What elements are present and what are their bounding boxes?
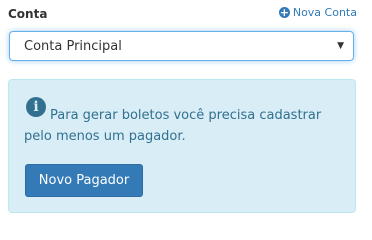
account-field-label: Conta [8,7,48,21]
new-account-link[interactable]: + Nova Conta [278,6,357,19]
account-select[interactable]: Conta Principal ▼ [9,31,354,61]
caret-down-icon: ▼ [337,41,344,51]
plus-circle-icon: + [278,6,290,19]
new-payer-button[interactable]: Novo Pagador [25,164,143,197]
info-alert-panel: i Para gerar boletos você precisa cadast… [8,79,356,213]
info-message: Para gerar boletos você precisa cadastra… [24,108,322,144]
new-account-link-label: Nova Conta [292,6,357,19]
account-select-value: Conta Principal [24,38,122,54]
